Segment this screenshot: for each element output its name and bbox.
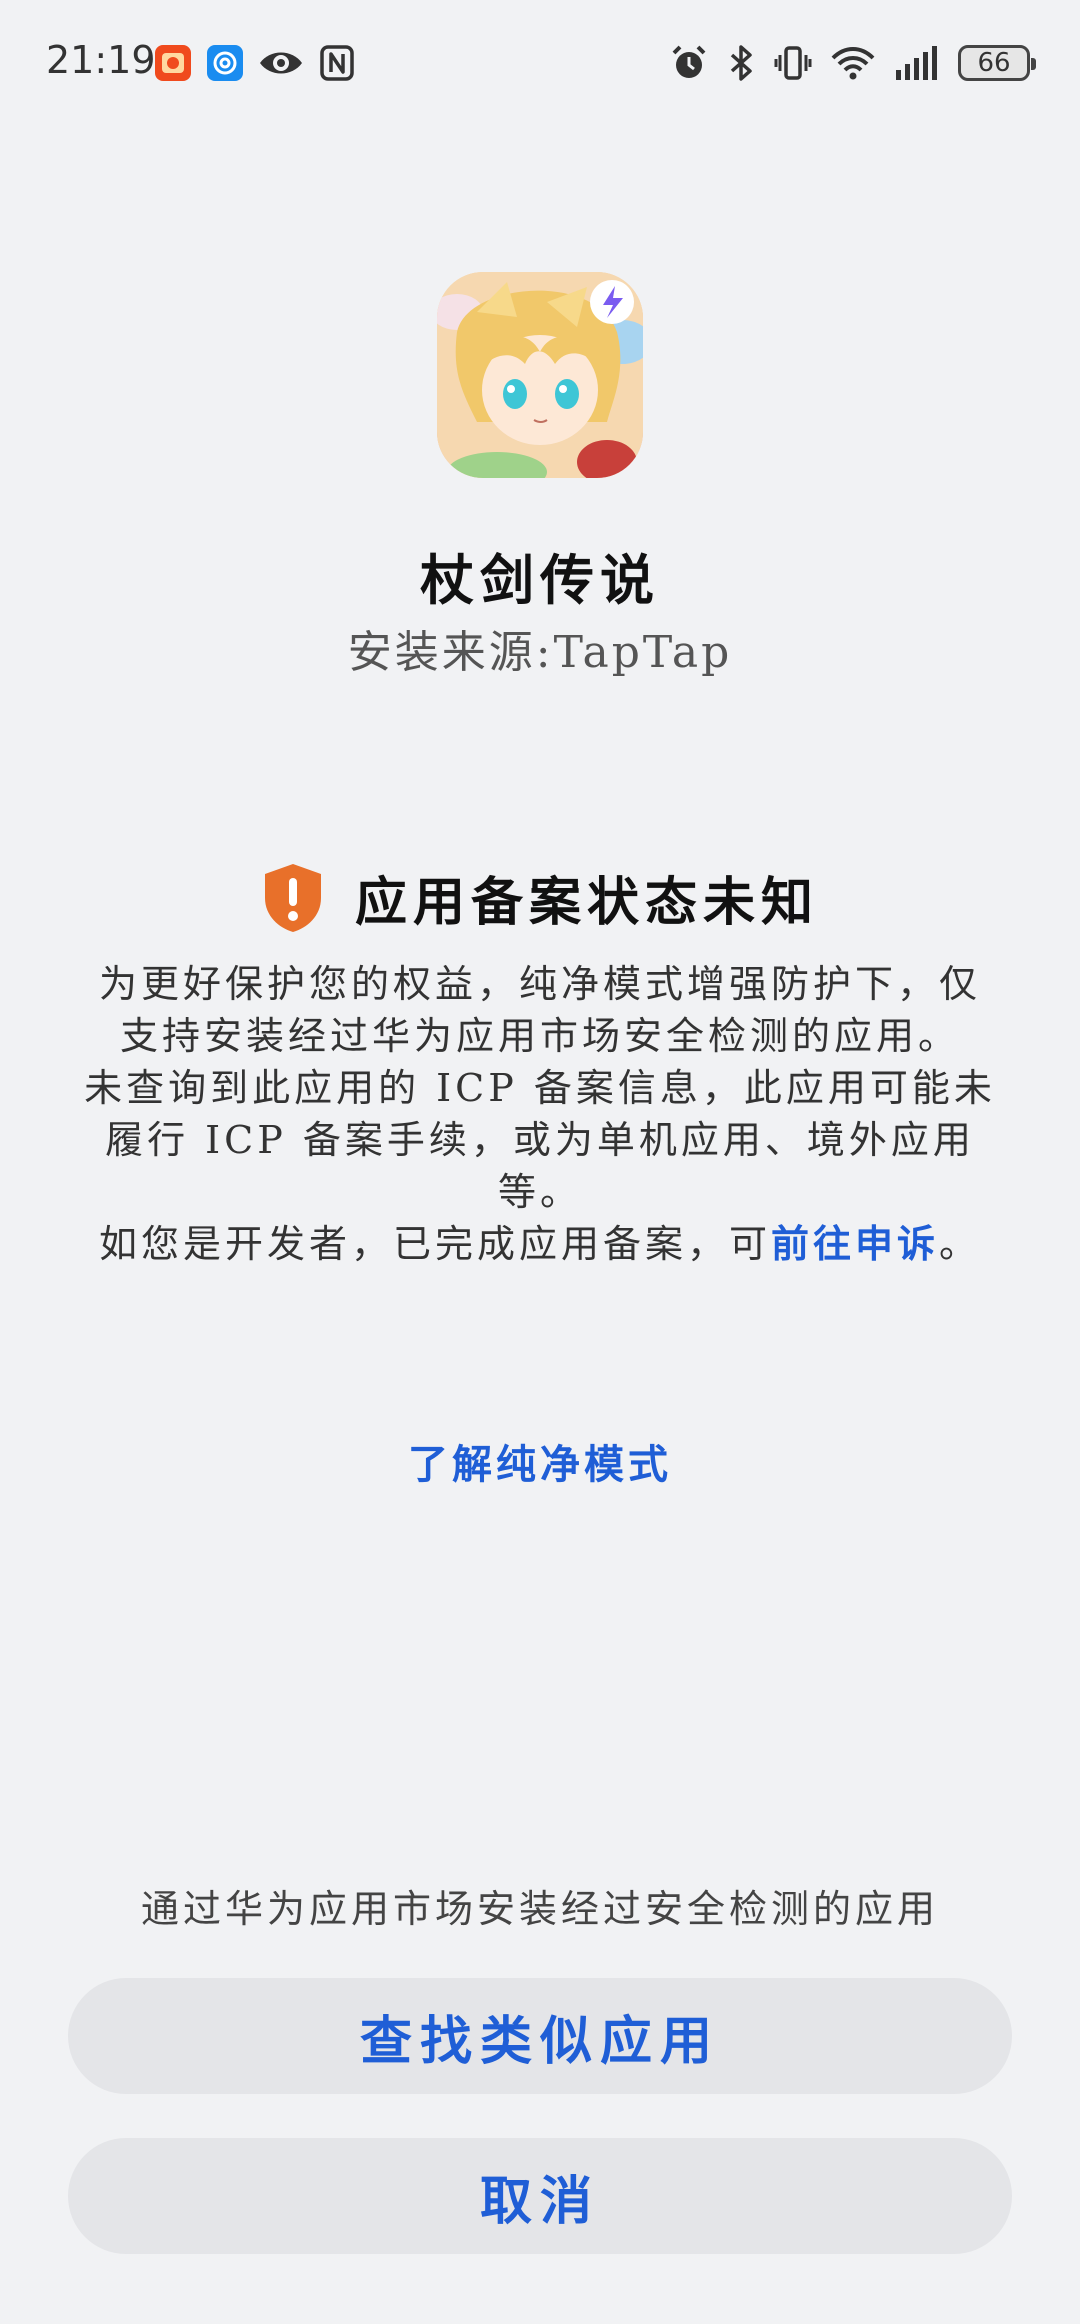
battery-level: 66 xyxy=(977,48,1011,78)
character-illustration xyxy=(437,272,643,478)
appeal-link[interactable]: 前往申诉 xyxy=(771,1221,939,1266)
eye-comfort-icon xyxy=(260,52,302,74)
shield-alert-icon xyxy=(264,863,321,932)
period: 。 xyxy=(939,1222,982,1266)
warning-paragraph-purity: 为更好保护您的权益，纯净模式增强防护下，仅支持安装经过华为应用市场安全检测的应用… xyxy=(98,962,981,1058)
bottom-note: 通过华为应用市场安装经过安全检测的应用 xyxy=(140,1887,939,1931)
signal-icon xyxy=(896,46,937,80)
install-source: 安装来源:TapTap xyxy=(347,627,733,678)
warning-paragraph-developer: 如您是开发者，已完成应用备案，可前往申诉。 xyxy=(80,1218,1000,1270)
warning-title: 应用备案状态未知 xyxy=(354,872,819,933)
bluetooth-icon xyxy=(730,45,752,81)
system-status-icons: 66 xyxy=(670,44,1036,82)
battery-icon: 66 xyxy=(958,45,1036,81)
warning-message: 为更好保护您的权益，纯净模式增强防护下，仅支持安装经过华为应用市场安全检测的应用… xyxy=(80,958,1000,1270)
app-notification-icon xyxy=(207,45,243,81)
warning-header: 应用备案状态未知 xyxy=(0,860,1080,935)
warning-paragraph-icp: 未查询到此应用的 ICP 备案信息，此应用可能未履行 ICP 备案手续，或为单机… xyxy=(84,1066,996,1214)
status-time: 21:19 xyxy=(46,38,156,82)
find-similar-apps-button[interactable]: 查找类似应用 xyxy=(68,1978,1012,2094)
nfc-icon xyxy=(320,45,354,81)
vibrate-icon xyxy=(774,46,812,80)
alarm-icon xyxy=(672,45,706,78)
developer-note: 如您是开发者，已完成应用备案，可 xyxy=(98,1222,771,1266)
notification-icons xyxy=(154,44,356,82)
taobao-app-icon xyxy=(155,45,191,81)
cancel-button[interactable]: 取消 xyxy=(68,2138,1012,2254)
app-name: 杖剑传说 xyxy=(420,548,660,612)
app-icon xyxy=(437,272,643,478)
status-bar: 21:19 66 xyxy=(0,0,1080,130)
learn-pure-mode-link[interactable]: 了解纯净模式 xyxy=(0,1432,1080,1490)
wifi-icon xyxy=(831,47,875,80)
